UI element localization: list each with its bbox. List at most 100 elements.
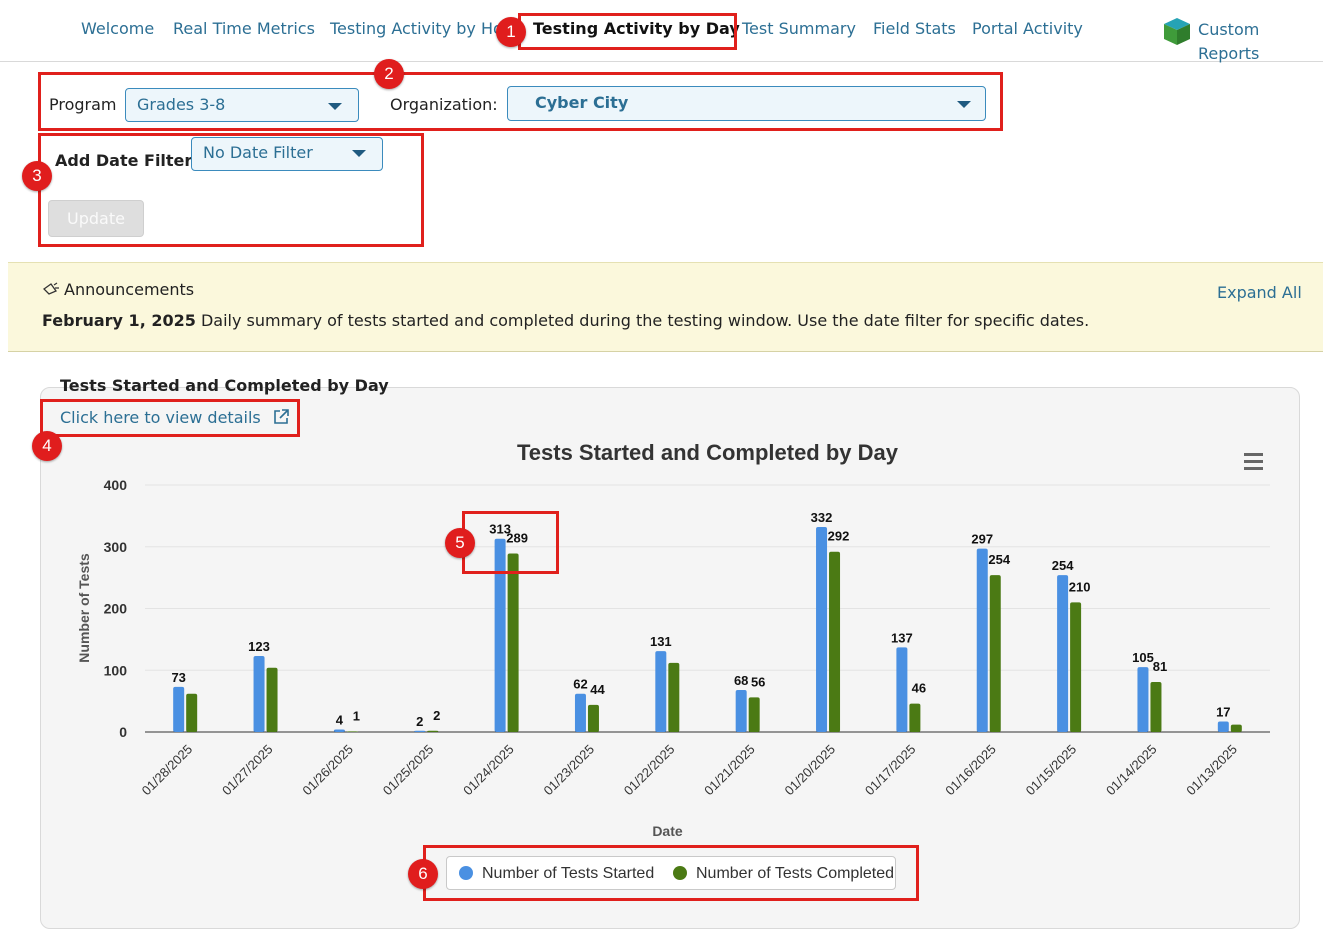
organization-select[interactable]: Cyber City [507, 86, 986, 121]
bar-tests-completed [266, 667, 278, 732]
data-label-completed: 56 [751, 674, 765, 689]
data-label-completed: 44 [590, 682, 605, 697]
custom-reports-line2: Reports [1198, 44, 1260, 63]
data-label-started: 137 [891, 630, 913, 645]
nav-field-stats[interactable]: Field Stats [873, 19, 956, 38]
data-label-started: 4 [336, 713, 344, 728]
data-label-started: 17 [1216, 705, 1230, 720]
annotation-badge-2: 2 [374, 59, 404, 89]
x-tick-label: 01/20/2025 [782, 742, 839, 799]
program-select-value: Grades 3-8 [137, 95, 226, 114]
data-label-completed: 46 [912, 681, 926, 696]
bar-tests-started [574, 693, 586, 732]
bar-tests-started [1137, 667, 1149, 732]
data-label-started: 105 [1132, 650, 1154, 665]
bar-tests-completed [587, 704, 599, 732]
x-tick-label: 01/23/2025 [540, 742, 597, 799]
x-tick-label: 01/16/2025 [942, 742, 999, 799]
data-label-started: 62 [573, 677, 587, 692]
bar-tests-completed [989, 575, 1001, 732]
nav-welcome[interactable]: Welcome [81, 19, 154, 38]
x-axis-label: Date [652, 823, 683, 839]
bar-tests-completed [909, 703, 921, 732]
x-tick-label: 01/27/2025 [219, 742, 276, 799]
chevron-down-icon [328, 103, 342, 110]
bar-tests-started [173, 686, 185, 732]
x-tick-label: 01/21/2025 [701, 742, 758, 799]
chart-title: Tests Started and Completed by Day [517, 440, 899, 465]
update-button[interactable]: Update [48, 200, 144, 237]
organization-select-value: Cyber City [535, 93, 629, 112]
custom-reports-link[interactable]: Custom Reports [1198, 18, 1259, 66]
y-tick-label: 400 [104, 477, 128, 493]
chevron-down-icon [352, 150, 366, 157]
x-tick-label: 01/22/2025 [621, 742, 678, 799]
x-tick-label: 01/25/2025 [380, 742, 437, 799]
chart-menu-icon[interactable] [1236, 446, 1270, 476]
data-label-completed: 2 [433, 708, 440, 723]
date-filter-label: Add Date Filter [55, 151, 193, 170]
data-label-started: 254 [1052, 558, 1074, 573]
x-tick-label: 01/17/2025 [862, 742, 919, 799]
y-tick-label: 200 [104, 601, 128, 617]
bar-tests-completed [1230, 724, 1242, 732]
y-tick-label: 100 [104, 662, 128, 678]
organization-label: Organization: [390, 95, 498, 114]
program-select[interactable]: Grades 3-8 [125, 88, 359, 122]
nav-real-time-metrics[interactable]: Real Time Metrics [173, 19, 315, 38]
x-tick-label: 01/24/2025 [460, 742, 517, 799]
custom-reports-line1: Custom [1198, 20, 1260, 39]
data-label-started: 73 [171, 670, 185, 685]
bar-tests-completed [668, 662, 680, 732]
bar-tests-started [896, 647, 908, 732]
nav-testing-activity-by-hour[interactable]: Testing Activity by Ho [330, 19, 503, 38]
y-tick-label: 300 [104, 539, 128, 555]
bar-tests-started [655, 651, 667, 732]
date-filter-select-value: No Date Filter [203, 143, 313, 162]
nav-test-summary[interactable]: Test Summary [742, 19, 856, 38]
announcements-title: Announcements [42, 280, 194, 299]
expand-all-link[interactable]: Expand All [1217, 283, 1302, 302]
cube-icon[interactable] [1162, 16, 1192, 46]
bar-tests-completed [829, 551, 841, 732]
annotation-badge-6: 6 [408, 859, 438, 889]
bar-tests-completed [427, 730, 439, 732]
bar-tests-completed [186, 693, 198, 732]
x-tick-label: 01/13/2025 [1183, 742, 1240, 799]
x-tick-label: 01/26/2025 [299, 742, 356, 799]
x-tick-label: 01/28/2025 [139, 742, 196, 799]
bar-tests-started [1217, 721, 1229, 732]
bar-tests-started [1057, 575, 1069, 732]
data-label-started: 2 [416, 714, 423, 729]
data-label-started: 332 [811, 510, 833, 525]
y-tick-label: 0 [119, 724, 127, 740]
annotation-box-5 [462, 511, 559, 574]
bar-tests-completed [1070, 602, 1082, 732]
data-label-started: 131 [650, 634, 672, 649]
y-axis-label: Number of Tests [76, 553, 92, 663]
chart-section-heading: Tests Started and Completed by Day [60, 376, 389, 395]
bar-tests-completed [748, 697, 760, 732]
date-filter-select[interactable]: No Date Filter [191, 137, 383, 171]
bar-tests-started [816, 526, 828, 732]
nav-portal-activity[interactable]: Portal Activity [972, 19, 1083, 38]
data-label-completed: 1 [353, 708, 360, 723]
data-label-started: 297 [971, 532, 993, 547]
bar-tests-completed [346, 731, 358, 732]
program-label: Program [49, 95, 117, 114]
announcements-title-text: Announcements [64, 280, 195, 299]
annotation-badge-3: 3 [22, 161, 52, 191]
x-tick-label: 01/15/2025 [1023, 742, 1080, 799]
announcement-date: February 1, 2025 [42, 311, 196, 330]
announcements-banner [8, 262, 1323, 352]
data-label-completed: 210 [1069, 579, 1091, 594]
data-label-completed: 292 [828, 529, 850, 544]
bar-tests-started [976, 548, 988, 732]
megaphone-icon [42, 282, 59, 295]
data-label-completed: 254 [988, 552, 1010, 567]
bar-tests-started [253, 656, 265, 732]
annotation-box-6 [423, 845, 919, 901]
annotation-badge-1: 1 [496, 17, 526, 47]
annotation-box-1 [518, 13, 737, 50]
announcement-text: Daily summary of tests started and compl… [200, 311, 1090, 330]
